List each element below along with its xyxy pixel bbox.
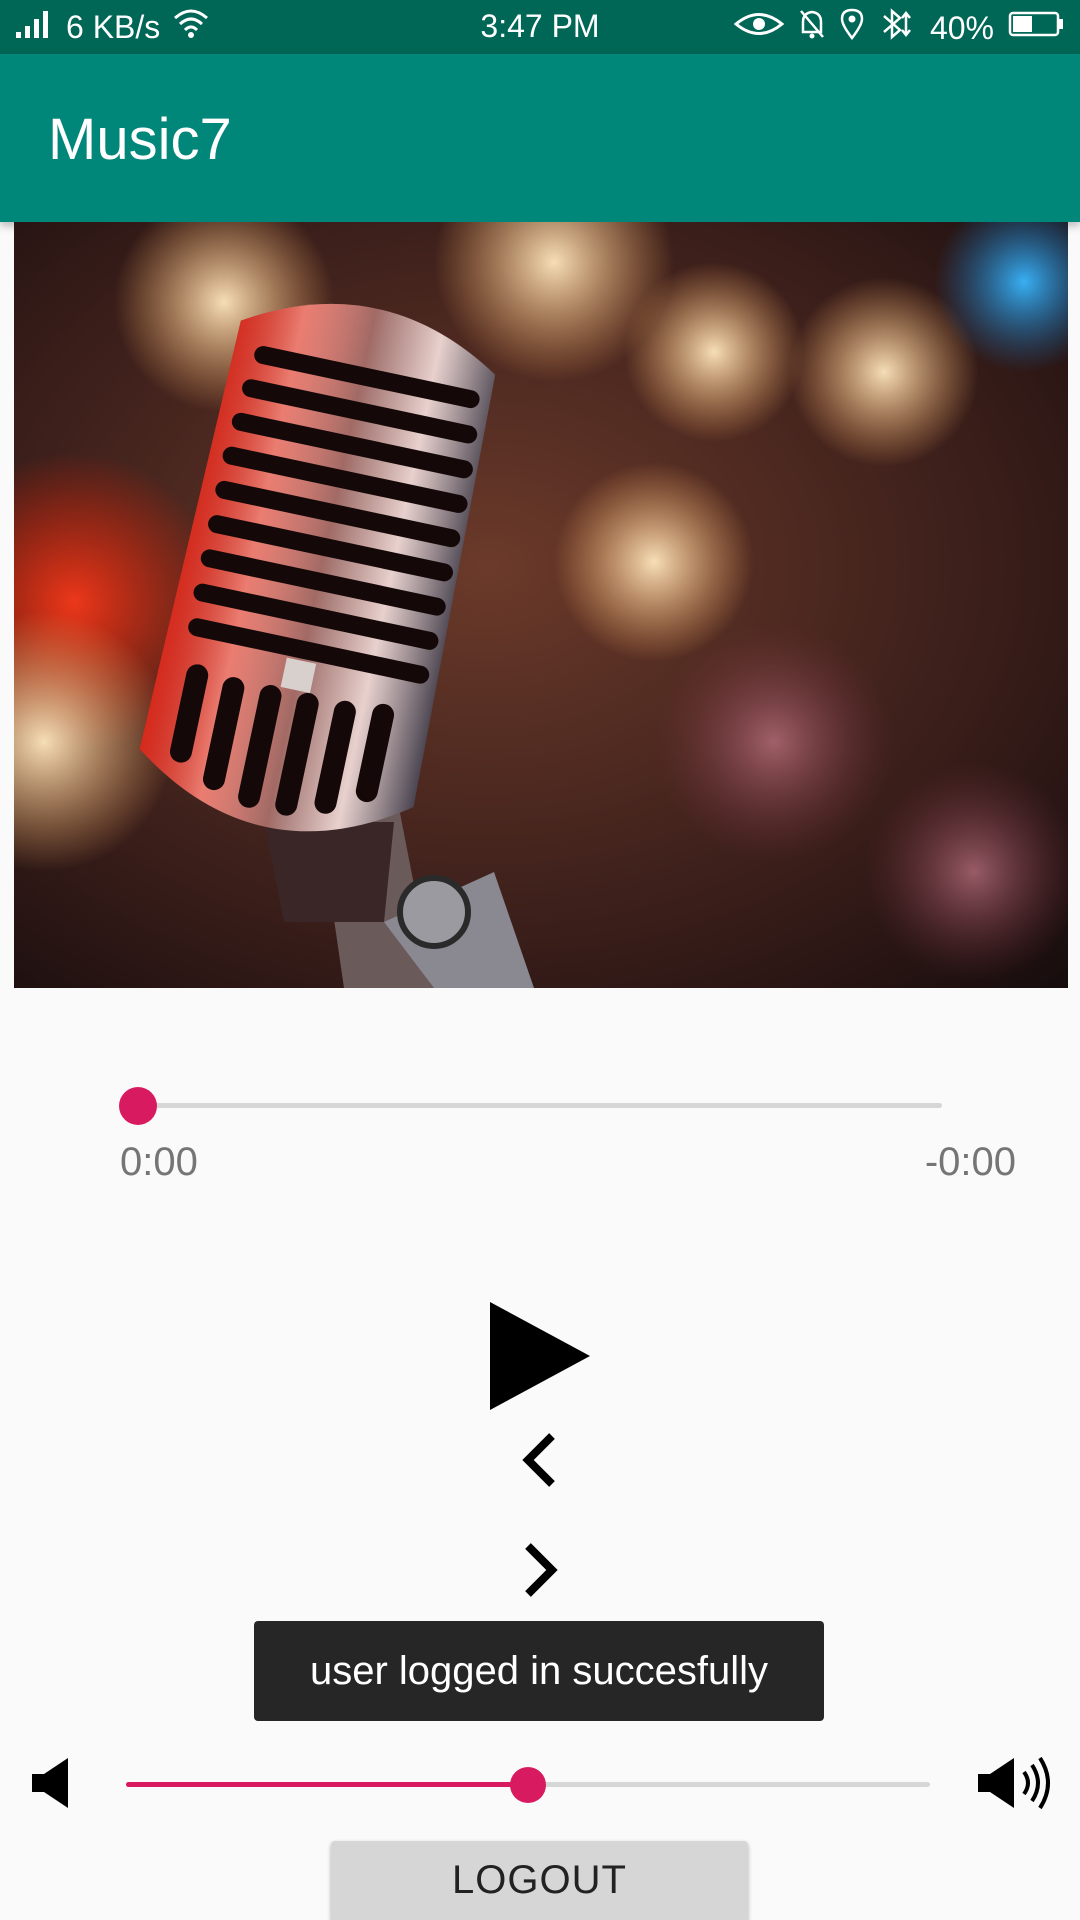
toast-message: user logged in succesfully — [254, 1621, 824, 1721]
battery-percent: 40% — [929, 9, 994, 46]
volume-seekbar[interactable] — [126, 1766, 930, 1803]
eye-icon — [733, 9, 785, 47]
current-time: 0:00 — [120, 1140, 198, 1184]
logout-button[interactable]: LOGOUT — [331, 1841, 748, 1920]
bluetooth-icon — [878, 8, 916, 48]
previous-button[interactable] — [518, 1432, 558, 1493]
volume-fill — [126, 1782, 528, 1787]
bell-off-icon — [798, 8, 826, 48]
progress-thumb[interactable] — [119, 1086, 157, 1125]
play-icon — [490, 1302, 590, 1410]
remaining-time: -0:00 — [924, 1140, 1016, 1184]
location-icon — [840, 8, 864, 48]
app-title: Music7 — [48, 107, 232, 172]
next-button[interactable] — [522, 1542, 562, 1603]
volume-down-button[interactable] — [30, 1756, 72, 1815]
app-bar: Music7 — [0, 54, 1080, 222]
battery-icon — [1008, 9, 1066, 47]
volume-mute-icon — [32, 1758, 68, 1808]
album-art-image — [14, 222, 1068, 988]
volume-thumb[interactable] — [510, 1766, 546, 1803]
play-button[interactable] — [488, 1300, 592, 1417]
chevron-left-icon — [522, 1433, 555, 1487]
progress-seekbar[interactable] — [119, 1086, 942, 1125]
status-bar: 6 KB/s 3:47 PM 40% — [0, 0, 1080, 54]
volume-up-button[interactable] — [976, 1754, 1058, 1817]
chevron-right-icon — [525, 1543, 558, 1597]
volume-up-icon — [978, 1756, 1050, 1810]
